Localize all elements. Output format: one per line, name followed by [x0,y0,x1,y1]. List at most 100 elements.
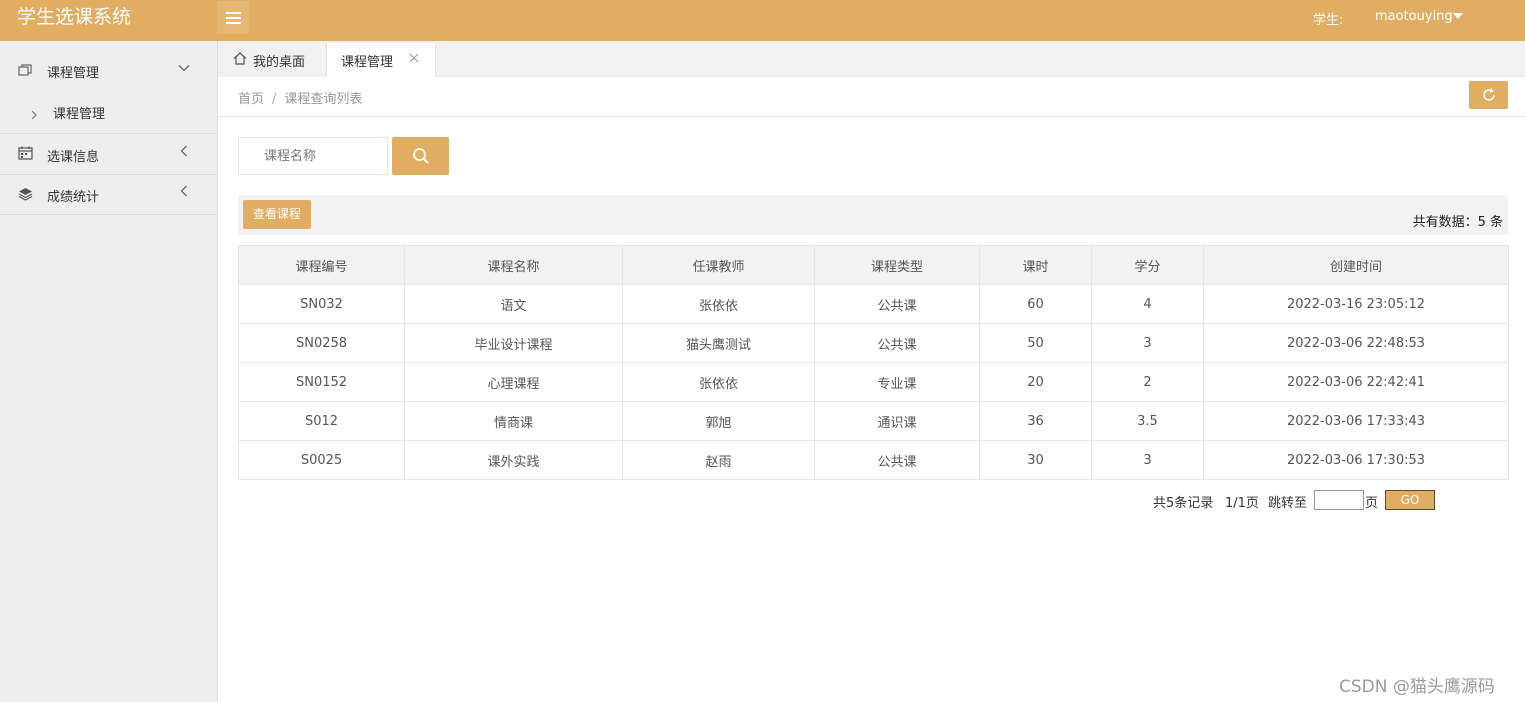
cell-hours: 30 [979,440,1092,480]
calendar-icon [18,146,33,160]
column-header: 课时 [979,245,1092,285]
sidebar-item-course-selection[interactable]: 选课信息 [0,134,217,174]
column-header: 课程类型 [814,245,980,285]
cell-credits: 2 [1091,362,1204,402]
sidebar: 课程管理 课程管理 选课信息 成绩统计 [0,41,218,702]
cell-course-type: 公共课 [814,440,980,480]
sidebar-item-course-management[interactable]: 课程管理 [0,51,217,91]
home-icon [233,52,247,65]
cell-course-name: 课外实践 [404,440,623,480]
chevron-left-icon [180,185,187,197]
layers-icon [18,188,33,201]
search-button[interactable] [392,137,449,175]
cell-hours: 50 [979,323,1092,363]
divider [0,214,217,215]
tab-my-desktop[interactable]: 我的桌面 [218,43,326,78]
cell-hours: 36 [979,401,1092,441]
tab-label: 我的桌面 [253,55,306,70]
cell-created-time: 2022-03-06 17:33:43 [1203,401,1509,441]
sidebar-item-grade-statistics[interactable]: 成绩统计 [0,174,217,214]
chevron-right-icon [31,110,37,120]
page-unit-label: 页 [1365,496,1379,511]
page-jump-input[interactable] [1314,490,1364,510]
tab-label: 课程管理 [341,55,394,70]
cell-teacher: 张依依 [622,362,815,402]
sidebar-subitem-label: 课程管理 [53,107,106,122]
tab-course-management[interactable]: 课程管理 [326,43,436,78]
cell-course-code: S0025 [238,440,405,480]
chevron-left-icon [180,145,187,157]
cell-course-type: 公共课 [814,323,980,363]
column-header: 课程编号 [238,245,405,285]
table-row[interactable]: SN032 语文 张依依 公共课 60 4 2022-03-16 23:05:1… [238,284,1509,324]
tabs-bar: 我的桌面 课程管理 [218,41,1525,78]
table-row[interactable]: SN0152 心理课程 张依依 专业课 20 2 2022-03-06 22:4… [238,362,1509,402]
caret-down-icon[interactable] [1453,13,1463,19]
sidebar-item-label: 选课信息 [47,150,100,165]
cell-course-name: 心理课程 [404,362,623,402]
cell-course-name: 语文 [404,284,623,324]
app-title: 学生选课系统 [17,6,132,28]
table-toolbar: 查看课程 共有数据：5 条 [238,195,1508,235]
table-header-row: 课程编号 课程名称 任课教师 课程类型 课时 学分 创建时间 [238,245,1509,285]
watermark: CSDN @猫头鹰源码 [1339,677,1495,697]
cell-created-time: 2022-03-06 22:42:41 [1203,362,1509,402]
table-row[interactable]: S0025 课外实践 赵雨 公共课 30 3 2022-03-06 17:30:… [238,440,1509,480]
cell-course-code: S012 [238,401,405,441]
cell-course-name: 毕业设计课程 [404,323,623,363]
cell-credits: 3 [1091,323,1204,363]
cell-created-time: 2022-03-06 22:48:53 [1203,323,1509,363]
cell-course-type: 专业课 [814,362,980,402]
top-header: 学生选课系统 学生: maotouying [0,0,1525,41]
cell-course-type: 通识课 [814,401,980,441]
sidebar-item-label: 成绩统计 [47,190,100,205]
hamburger-icon [225,12,241,24]
go-button[interactable]: GO [1385,490,1435,510]
search-icon [412,148,429,164]
breadcrumb-bar: 首页 / 课程查询列表 [218,77,1525,117]
cell-course-code: SN032 [238,284,405,324]
table-row[interactable]: SN0258 毕业设计课程 猫头鹰测试 公共课 50 3 2022-03-06 … [238,323,1509,363]
cell-course-name: 情商课 [404,401,623,441]
cell-teacher: 张依依 [622,284,815,324]
column-header: 课程名称 [404,245,623,285]
cell-teacher: 猫头鹰测试 [622,323,815,363]
cell-teacher: 赵雨 [622,440,815,480]
sidebar-item-label: 课程管理 [47,66,100,81]
cell-credits: 3 [1091,440,1204,480]
refresh-icon [1482,88,1495,101]
cell-course-type: 公共课 [814,284,980,324]
sidebar-subitem-course-management[interactable]: 课程管理 [0,99,217,133]
menu-toggle-button[interactable] [217,1,249,34]
refresh-button[interactable] [1469,81,1508,109]
record-count: 共5条记录 [1153,496,1214,511]
jump-label: 跳转至 [1268,496,1308,511]
cell-course-code: SN0152 [238,362,405,402]
cell-hours: 60 [979,284,1092,324]
total-count: 共有数据：5 条 [1412,215,1503,230]
breadcrumb-home[interactable]: 首页 [238,92,264,107]
column-header: 任课教师 [622,245,815,285]
user-role-label: 学生: [1313,13,1344,28]
course-name-search-input[interactable] [238,137,388,175]
breadcrumb-current: 课程查询列表 [284,92,363,107]
course-table: 课程编号 课程名称 任课教师 课程类型 课时 学分 创建时间 SN032 语文 … [238,245,1509,480]
book-icon [18,64,32,76]
breadcrumb-separator: / [272,92,277,107]
close-icon[interactable] [409,53,419,63]
table-row[interactable]: S012 情商课 郭旭 通识课 36 3.5 2022-03-06 17:33:… [238,401,1509,441]
cell-credits: 4 [1091,284,1204,324]
cell-created-time: 2022-03-06 17:30:53 [1203,440,1509,480]
column-header: 创建时间 [1203,245,1509,285]
cell-hours: 20 [979,362,1092,402]
page-indicator: 1/1页 [1225,496,1259,511]
view-course-button[interactable]: 查看课程 [243,200,311,229]
cell-course-code: SN0258 [238,323,405,363]
cell-teacher: 郭旭 [622,401,815,441]
user-menu[interactable]: maotouying [1375,9,1453,24]
cell-created-time: 2022-03-16 23:05:12 [1203,284,1509,324]
breadcrumb: 首页 / 课程查询列表 [238,88,362,107]
cell-credits: 3.5 [1091,401,1204,441]
column-header: 学分 [1091,245,1204,285]
chevron-down-icon [178,65,190,72]
